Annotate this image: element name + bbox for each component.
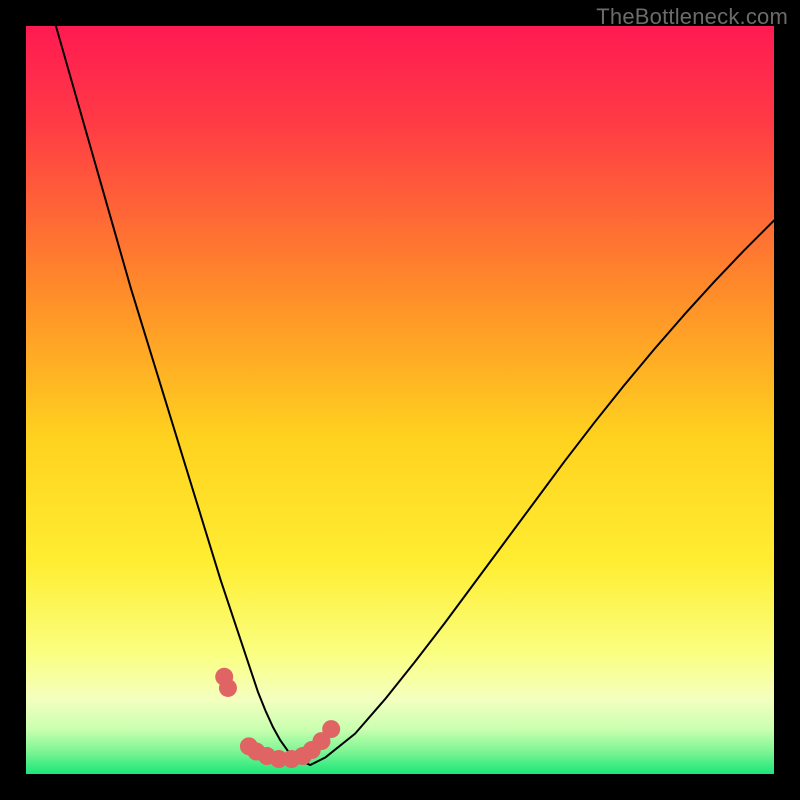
watermark-text: TheBottleneck.com bbox=[596, 4, 788, 30]
gradient-background bbox=[26, 26, 774, 774]
curve-marker bbox=[322, 720, 340, 738]
chart-container: TheBottleneck.com bbox=[0, 0, 800, 800]
bottleneck-chart bbox=[26, 26, 774, 774]
curve-marker bbox=[219, 679, 237, 697]
